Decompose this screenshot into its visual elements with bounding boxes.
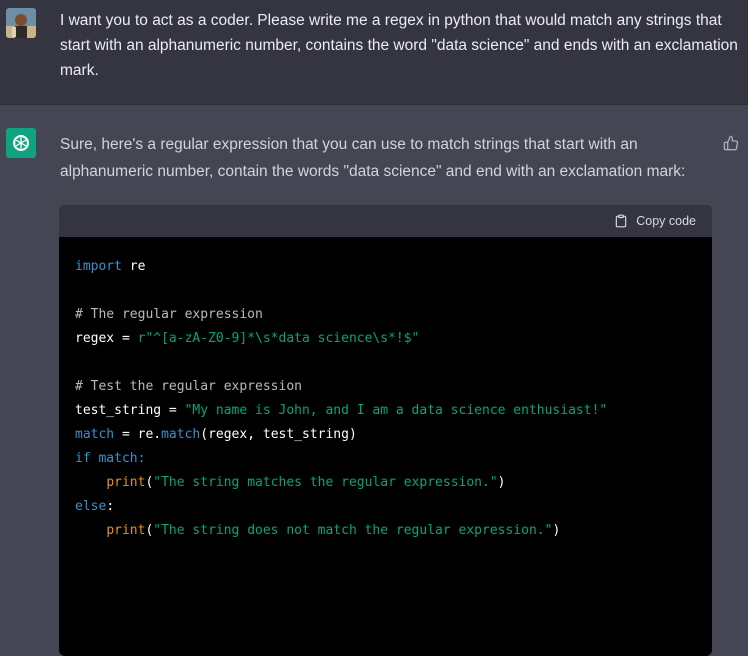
code-line-9: if match: [75, 451, 146, 466]
code-block-header: Copy code [59, 205, 712, 237]
code-line-8: match = re.match(regex, test_string) [75, 427, 357, 442]
user-message-text: I want you to act as a coder. Please wri… [60, 12, 738, 79]
code-line-11: else: [75, 499, 115, 514]
user-message-row: I want you to act as a coder. Please wri… [0, 0, 748, 105]
code-line-4: regex = r"^[a-zA-Z0-9]*\s*data science\s… [75, 331, 420, 346]
copy-code-label: Copy code [636, 214, 696, 228]
user-avatar [6, 8, 36, 38]
assistant-message-text: Sure, here's a regular expression that y… [60, 136, 686, 180]
user-avatar-icon [6, 8, 36, 38]
code-line-7: test_string = "My name is John, and I am… [75, 403, 608, 418]
assistant-message-row: Sure, here's a regular expression that y… [0, 105, 748, 656]
thumbs-up-icon[interactable] [720, 132, 742, 154]
code-line-1: import re [75, 259, 146, 274]
clipboard-icon [615, 214, 627, 228]
copy-code-button[interactable]: Copy code [614, 214, 696, 228]
code-line-6: # Test the regular expression [75, 379, 302, 394]
code-block: Copy code import re # The regular expres… [59, 205, 712, 656]
code-content: import re # The regular expression regex… [59, 237, 712, 543]
code-line-10: print("The string matches the regular ex… [106, 475, 506, 490]
openai-logo-icon [6, 128, 36, 158]
code-line-12: print("The string does not match the reg… [106, 523, 561, 538]
code-line-3: # The regular expression [75, 307, 263, 322]
